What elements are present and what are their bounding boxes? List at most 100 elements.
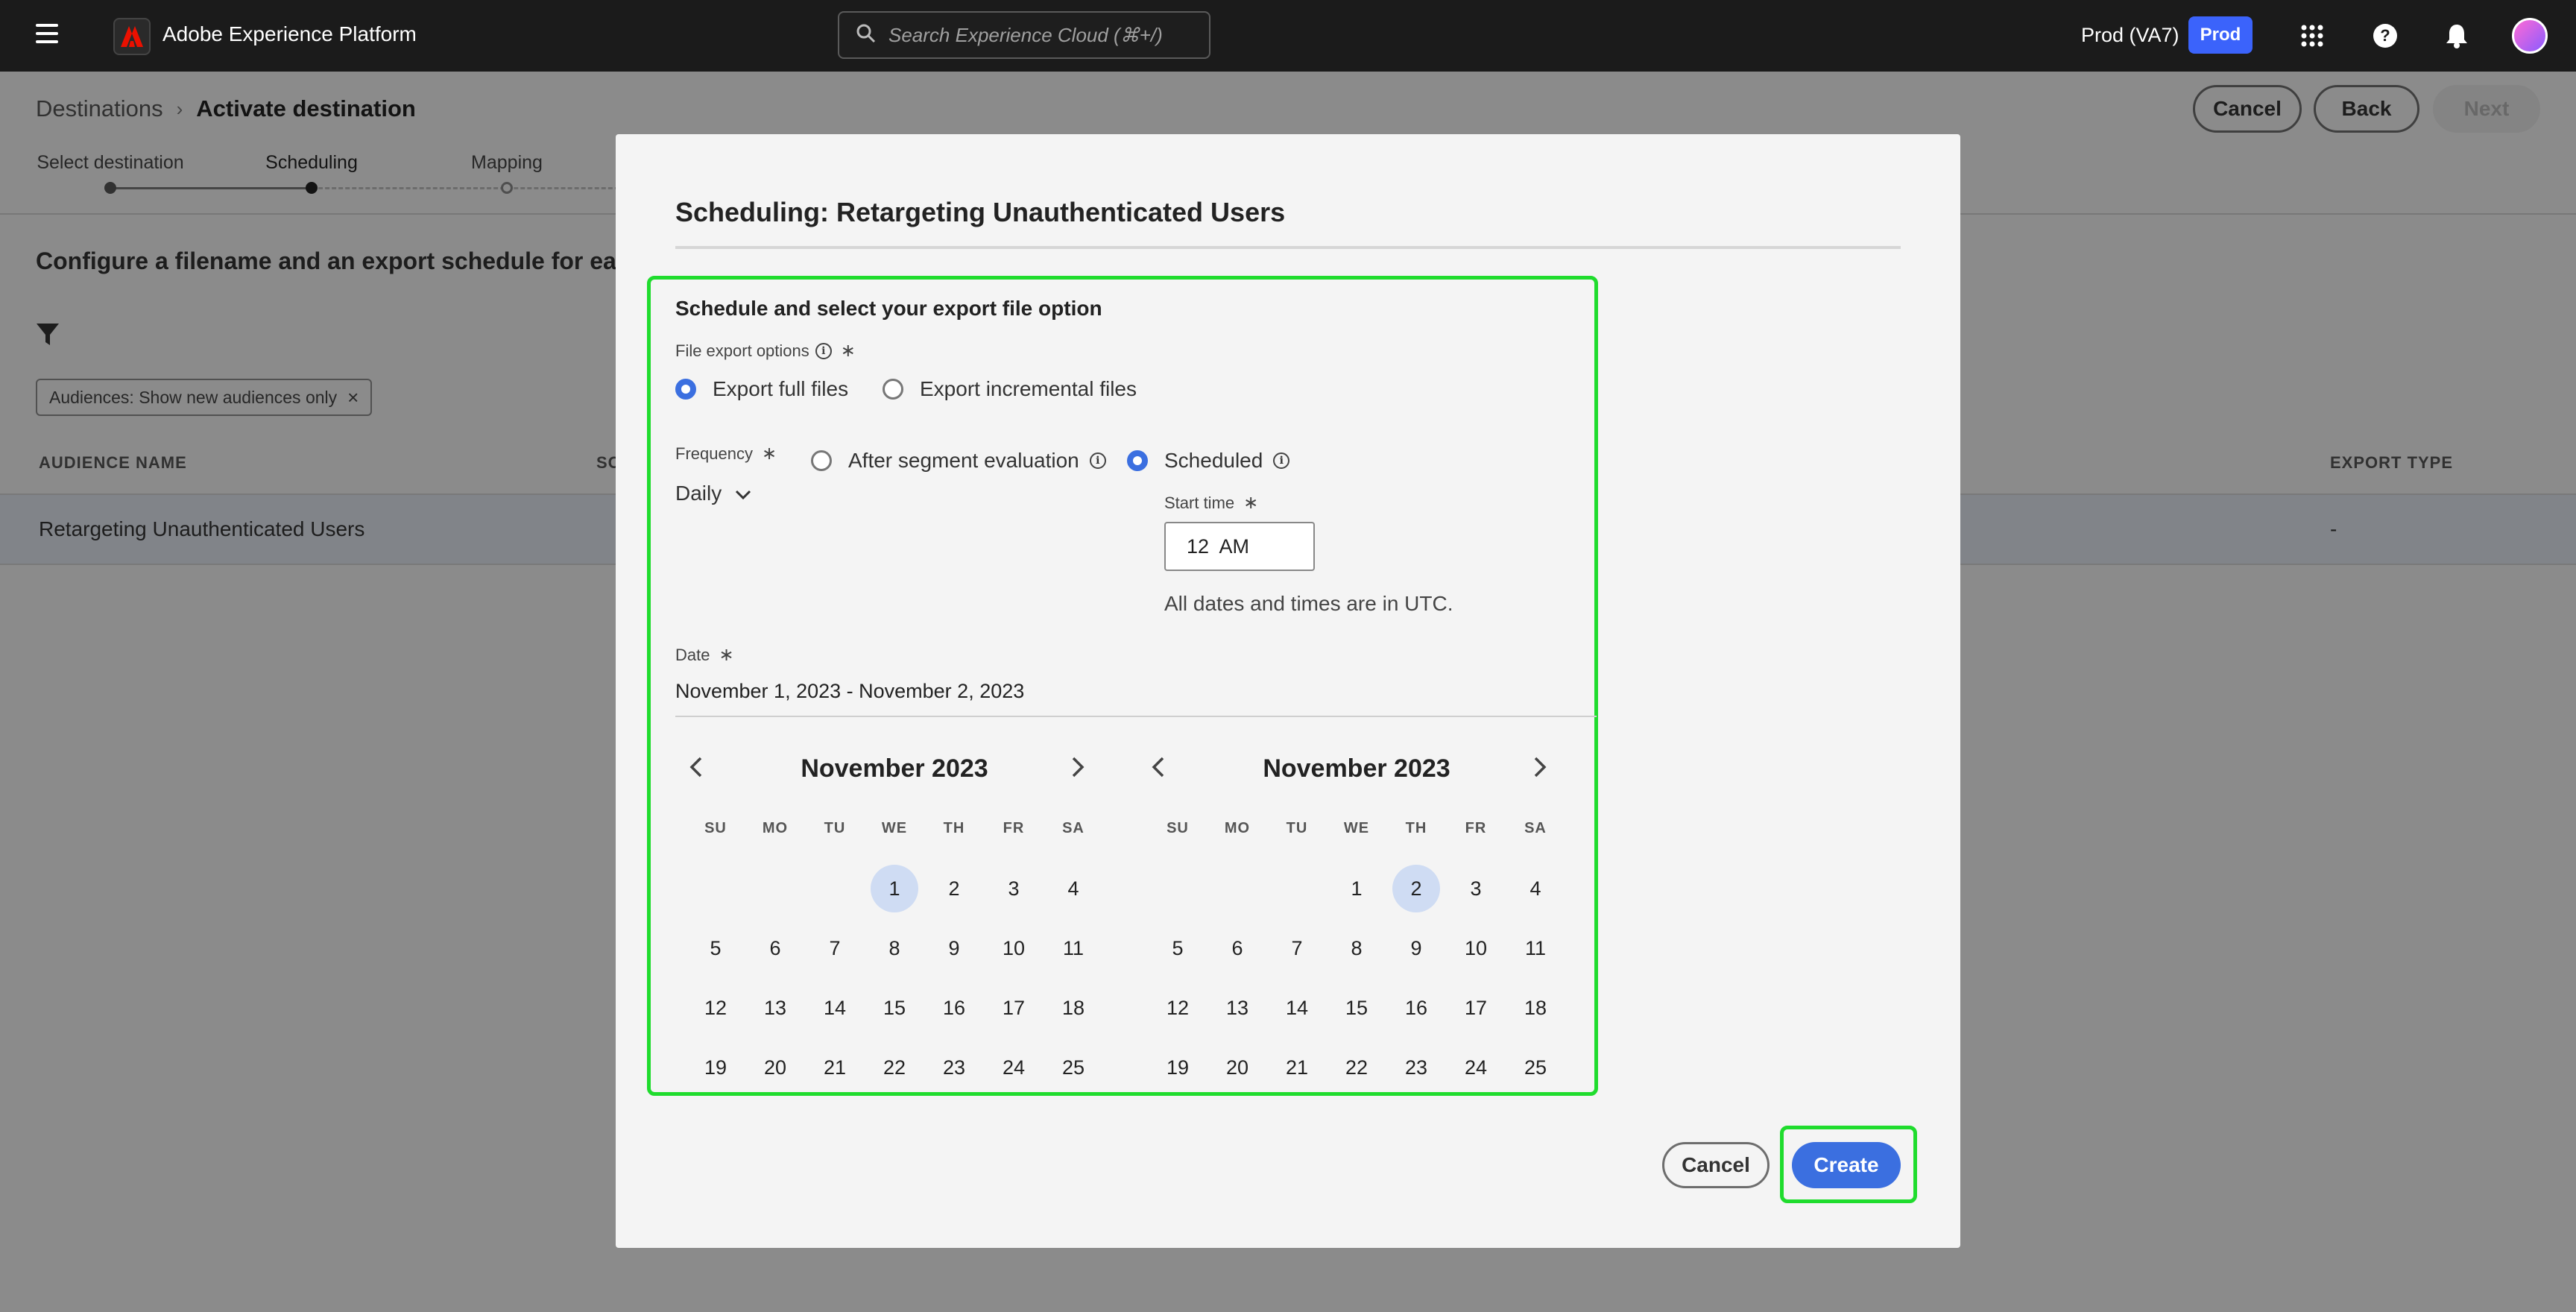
calendar-day[interactable]: 5 [1154,924,1202,972]
calendar-day[interactable]: 4 [1049,865,1097,912]
radio-export-incremental-files[interactable]: Export incremental files [883,377,1137,401]
calendar-day[interactable]: 23 [1392,1044,1440,1091]
calendar-day[interactable]: 2 [930,865,978,912]
org-switcher[interactable]: Prod (VA7) [2081,24,2179,47]
calendar-day[interactable]: 1 [1333,865,1380,912]
calendar-day[interactable]: 12 [692,984,739,1032]
calendar-day[interactable]: 23 [930,1044,978,1091]
calendar-day[interactable]: 13 [1213,984,1261,1032]
calendar-day[interactable]: 21 [811,1044,859,1091]
radio-scheduled-label: Scheduled [1164,449,1263,472]
weekday-header: SU [704,820,727,836]
adobe-logo-icon[interactable] [113,18,151,55]
calendar-day[interactable]: 5 [692,924,739,972]
calendar-day[interactable]: 24 [1452,1044,1500,1091]
weekday-header: TH [1405,820,1427,836]
calendar-day[interactable]: 7 [811,924,859,972]
calendar-day[interactable]: 13 [751,984,799,1032]
calendar-day[interactable]: 18 [1512,984,1559,1032]
radio-scheduled[interactable]: Scheduled i [1127,449,1290,473]
calendar-day[interactable]: 15 [1333,984,1380,1032]
weekday-header: TU [824,820,846,836]
date-field-underline [675,716,1597,717]
calendar-day[interactable]: 8 [871,924,918,972]
calendar-header: November 2023 [686,745,1103,790]
weekday-header: TU [1286,820,1308,836]
start-time-text: Start time [1164,493,1235,512]
user-avatar[interactable] [2512,18,2548,54]
dialog-cancel-button[interactable]: Cancel [1662,1142,1770,1188]
start-time-field[interactable]: 12 AM [1164,522,1315,571]
date-label: Date ∗ [675,644,734,666]
chevron-right-icon[interactable] [1528,756,1550,778]
calendar-day[interactable]: 8 [1333,924,1380,972]
required-asterisk-icon: ∗ [761,444,777,464]
radio-unselected-icon[interactable] [883,379,903,400]
start-time-label: Start time ∗ [1164,492,1258,514]
calendar-day[interactable]: 20 [1213,1044,1261,1091]
calendar-day[interactable]: 25 [1049,1044,1097,1091]
calendar-day[interactable]: 11 [1512,924,1559,972]
app-title[interactable]: Adobe Experience Platform [162,22,417,46]
radio-export-full-files[interactable]: Export full files [675,377,848,401]
weekday-header: TH [943,820,965,836]
calendar-day[interactable]: 17 [1452,984,1500,1032]
calendar-day[interactable]: 11 [1049,924,1097,972]
calendar-day[interactable]: 18 [1049,984,1097,1032]
calendar-day[interactable]: 6 [751,924,799,972]
frequency-picker[interactable]: Daily [675,482,751,505]
calendar-day[interactable]: 3 [990,865,1038,912]
calendar-day[interactable]: 19 [692,1044,739,1091]
calendar-day[interactable]: 22 [871,1044,918,1091]
radio-unselected-icon[interactable] [811,450,832,471]
calendar-day[interactable]: 21 [1273,1044,1321,1091]
menu-icon[interactable] [36,24,58,43]
calendar-day[interactable]: 16 [1392,984,1440,1032]
notifications-bell-icon[interactable] [2440,19,2473,52]
info-icon[interactable]: i [1273,452,1290,469]
calendar-month-title: November 2023 [1263,754,1450,783]
radio-selected-icon[interactable] [1127,450,1148,471]
calendar-day[interactable]: 17 [990,984,1038,1032]
calendar-right: November 2023 SU MO TU WE TH FR SA 1 2 3 4 5 6 7 8 9 10 1… [1148,745,1565,1079]
calendar-day[interactable]: 9 [1392,924,1440,972]
weekday-header: MO [1224,820,1251,836]
help-icon[interactable]: ? [2369,19,2402,52]
calendar-day[interactable]: 10 [990,924,1038,972]
calendar-day-selected[interactable]: 1 [871,865,918,912]
calendar-day[interactable]: 10 [1452,924,1500,972]
search-input[interactable]: Search Experience Cloud (⌘+/) [838,11,1210,59]
calendar-day[interactable]: 22 [1333,1044,1380,1091]
dialog-create-button[interactable]: Create [1792,1142,1901,1188]
environment-badge[interactable]: Prod [2188,16,2253,54]
radio-after-segment-evaluation[interactable]: After segment evaluation i [811,449,1106,473]
weekday-header: SU [1167,820,1189,836]
calendar-day-selected[interactable]: 2 [1392,865,1440,912]
date-range-field[interactable]: November 1, 2023 - November 2, 2023 [675,680,1024,703]
info-icon[interactable]: i [1089,452,1106,469]
file-export-options-label: File export options i ∗ [675,340,856,362]
calendar-day[interactable]: 20 [751,1044,799,1091]
weekday-header: WE [1343,820,1370,836]
calendar-day[interactable]: 4 [1512,865,1559,912]
chevron-right-icon[interactable] [1066,756,1088,778]
calendar-day[interactable]: 19 [1154,1044,1202,1091]
calendar-day[interactable]: 6 [1213,924,1261,972]
apps-grid-icon[interactable] [2296,19,2329,52]
calendar-day[interactable]: 9 [930,924,978,972]
calendar-day[interactable]: 16 [930,984,978,1032]
calendar-day[interactable]: 25 [1512,1044,1559,1091]
info-icon[interactable]: i [815,342,832,359]
calendar-day[interactable]: 15 [871,984,918,1032]
calendar-day[interactable]: 14 [1273,984,1321,1032]
calendar-day[interactable]: 24 [990,1044,1038,1091]
dialog-title-divider [675,246,1901,249]
calendar-day[interactable]: 14 [811,984,859,1032]
radio-selected-icon[interactable] [675,379,696,400]
calendar-day[interactable]: 12 [1154,984,1202,1032]
frequency-value: Daily [675,482,722,505]
chevron-down-icon [735,482,751,505]
calendar-day[interactable]: 3 [1452,865,1500,912]
calendar-day[interactable]: 7 [1273,924,1321,972]
section-title: Schedule and select your export file opt… [675,297,1102,320]
